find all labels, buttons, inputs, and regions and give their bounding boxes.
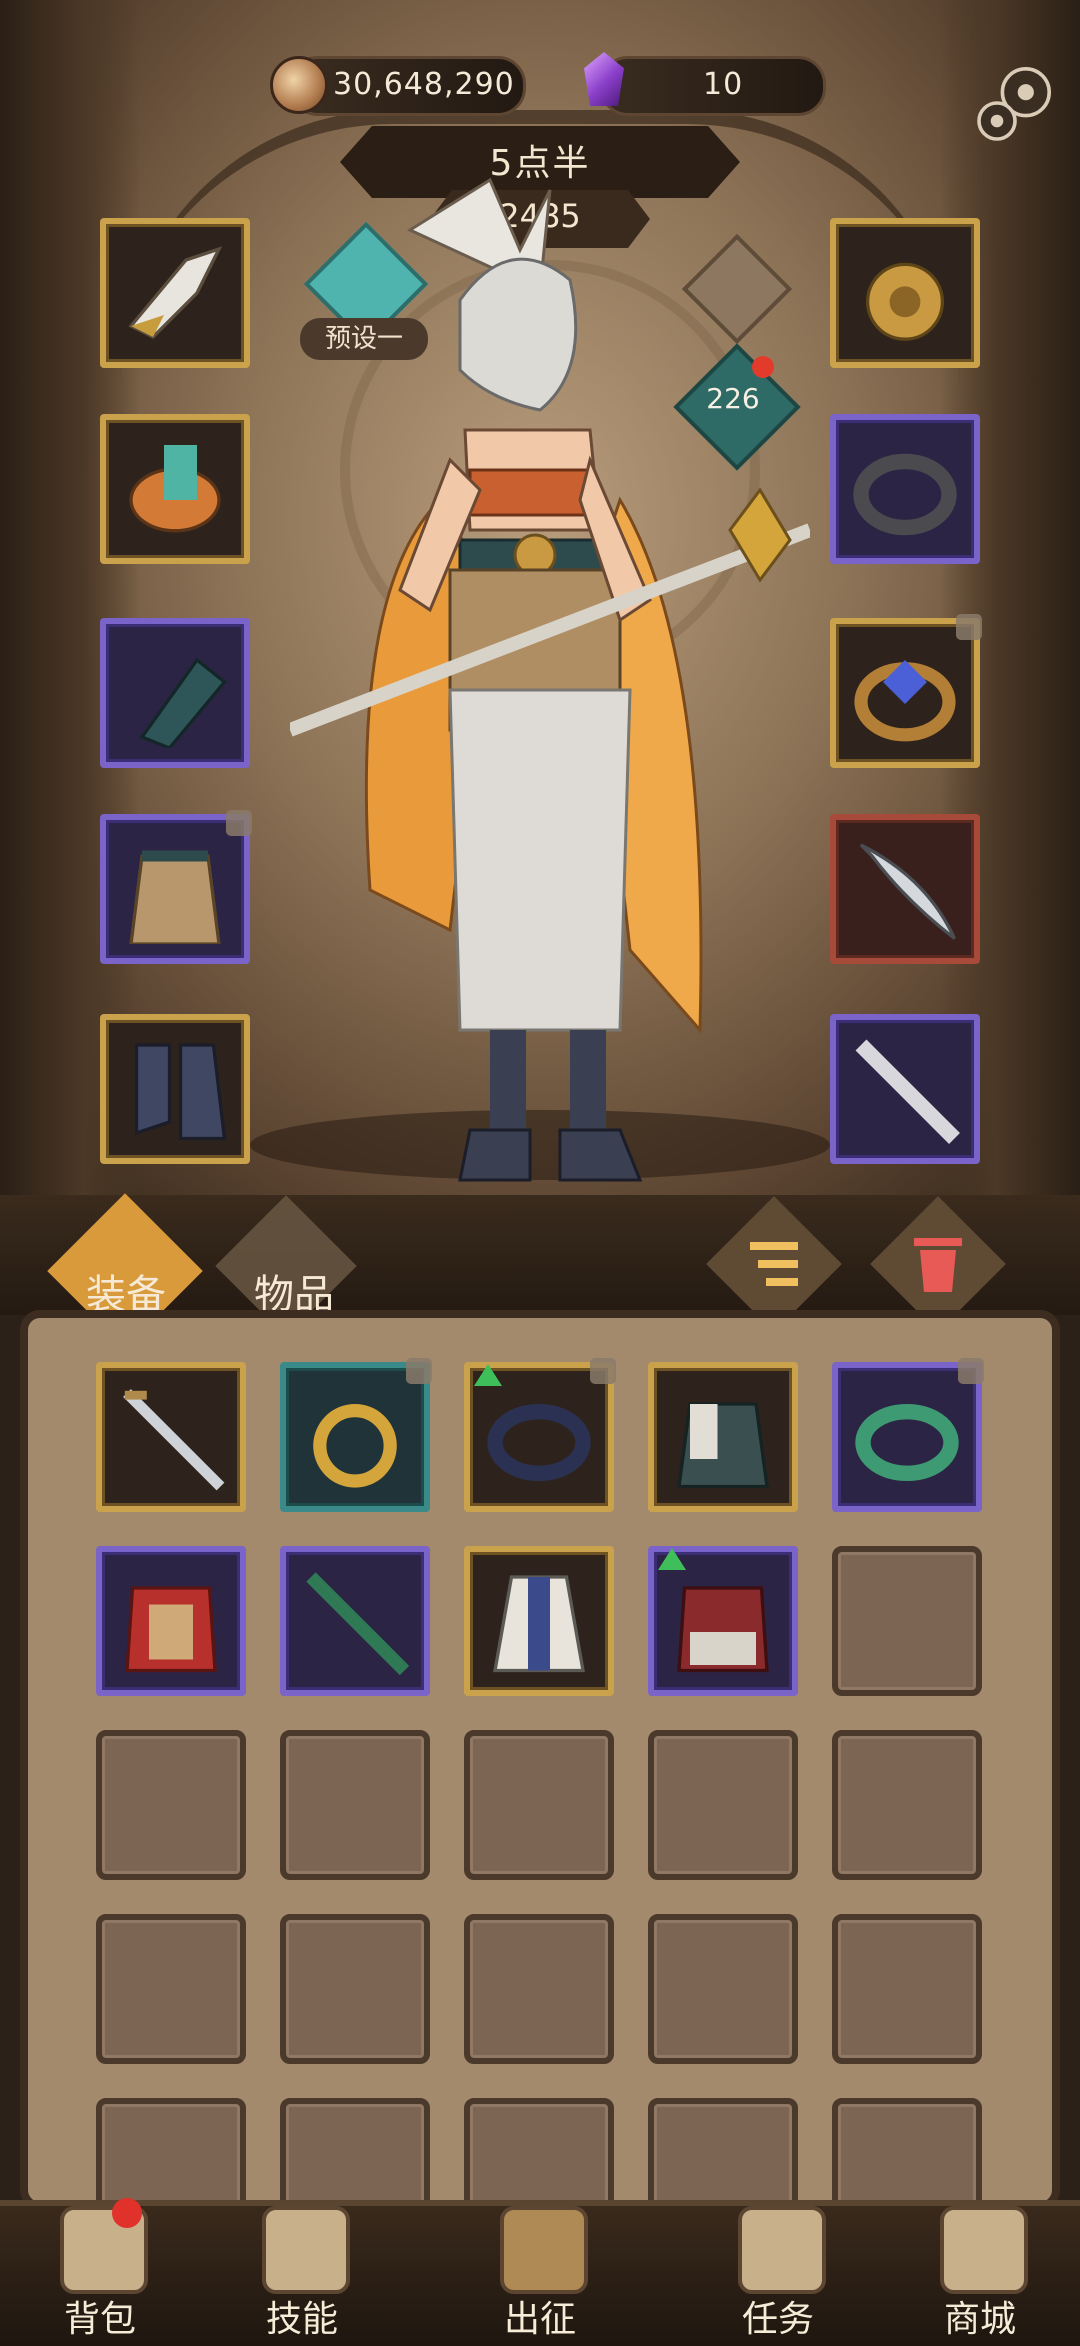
- gold-amount: 30,648,290: [333, 67, 515, 102]
- lock-icon: [956, 614, 982, 640]
- steel-sword-icon: [123, 1389, 225, 1491]
- gem-counter: 10: [600, 56, 826, 116]
- inventory-slot-red-armor[interactable]: [96, 1546, 246, 1696]
- inventory-slot-jade-ring[interactable]: [832, 1358, 984, 1512]
- inventory-slot-empty[interactable]: [464, 1730, 614, 1880]
- inventory-slot-empty[interactable]: [96, 1914, 246, 2064]
- nav-skills[interactable]: 技能: [222, 2190, 382, 2340]
- equip-slot-weapon[interactable]: [830, 814, 980, 964]
- horn-icon: [738, 2206, 826, 2294]
- settings-gear-icon[interactable]: [970, 58, 1060, 148]
- shoulder-armor-icon: [129, 445, 221, 533]
- gold-coin-icon: [270, 56, 328, 114]
- jade-staff-icon: [306, 1572, 410, 1676]
- iron-ring-icon: [853, 453, 957, 536]
- inventory-slot-empty[interactable]: [464, 1914, 614, 2064]
- nav-tasks-label: 任务: [741, 2299, 814, 2340]
- boots-icon: [134, 1043, 227, 1141]
- nav-shop-label: 商城: [943, 2299, 1016, 2340]
- nav-shop[interactable]: 商城: [900, 2190, 1060, 2340]
- inventory-slot-empty[interactable]: [96, 1730, 246, 1880]
- upgrade-arrow-icon: [658, 1548, 686, 1570]
- upgrade-arrow-icon: [474, 1364, 502, 1386]
- lock-icon: [406, 1358, 432, 1384]
- inventory-slot-empty[interactable]: [280, 1914, 430, 2064]
- bracer-icon: [139, 657, 227, 748]
- inventory-slot-blue-skirt[interactable]: [464, 1546, 614, 1696]
- inventory-slot-empty[interactable]: [648, 1730, 798, 1880]
- nav-expedition[interactable]: 出征: [460, 2190, 620, 2340]
- equip-slot-bracer[interactable]: [100, 618, 250, 768]
- equip-slot-helmet[interactable]: [100, 218, 250, 368]
- inventory-slot-dark-ring[interactable]: [464, 1358, 616, 1512]
- inventory-slot-steel-sword[interactable]: [96, 1362, 246, 1512]
- lock-icon: [590, 1358, 616, 1384]
- inventory-slot-empty[interactable]: [832, 1546, 982, 1696]
- equip-slot-bracelet[interactable]: [830, 614, 982, 768]
- equip-slot-waist[interactable]: [100, 810, 252, 964]
- winged-helmet-icon: [128, 246, 223, 340]
- equip-slot-amulet[interactable]: [830, 218, 980, 368]
- layered-robe-icon: [677, 1402, 769, 1489]
- nav-bag[interactable]: 背包: [20, 2190, 180, 2340]
- lock-icon: [958, 1358, 984, 1384]
- shop-crown-icon: [940, 2206, 1028, 2294]
- nav-expedition-label: 出征: [503, 2299, 576, 2340]
- inventory-slot-empty[interactable]: [832, 1730, 982, 1880]
- waist-skirt-icon: [129, 850, 221, 944]
- sword-scroll-icon: [500, 2206, 588, 2294]
- inventory-slot-empty[interactable]: [648, 1914, 798, 2064]
- sort-list-icon: [750, 1242, 798, 1286]
- curved-sword-icon: [859, 843, 957, 940]
- nav-notification-dot: [112, 2198, 142, 2228]
- nav-skills-label: 技能: [265, 2299, 338, 2340]
- gem-bracelet-icon: [854, 660, 956, 742]
- dark-ring-icon: [487, 1404, 591, 1481]
- nav-bag-label: 背包: [63, 2299, 136, 2340]
- inventory-slot-crescent-necklace[interactable]: [280, 1358, 432, 1512]
- red-armor-icon: [125, 1586, 217, 1673]
- inventory-slot-jade-staff[interactable]: [280, 1546, 430, 1696]
- silver-staff-icon: [855, 1039, 960, 1144]
- lock-icon: [226, 810, 252, 836]
- crimson-coat-icon: [677, 1586, 769, 1673]
- equip-slot-offhand[interactable]: [830, 1014, 980, 1164]
- lion-amulet-icon: [865, 262, 945, 341]
- skill-book-icon: [262, 2206, 350, 2294]
- nav-tasks[interactable]: 任务: [698, 2190, 858, 2340]
- inventory-slot-crimson-coat[interactable]: [648, 1546, 798, 1696]
- equip-slot-ring[interactable]: [830, 414, 980, 564]
- inventory-slot-layered-robe[interactable]: [648, 1362, 798, 1512]
- crescent-necklace-icon: [313, 1404, 397, 1488]
- equip-slot-boots[interactable]: [100, 1014, 250, 1164]
- equip-slot-shoulder[interactable]: [100, 414, 250, 564]
- inventory-slot-empty[interactable]: [280, 1730, 430, 1880]
- inventory-slot-empty[interactable]: [832, 1914, 982, 2064]
- gem-amount: 10: [703, 67, 744, 102]
- hero-character-illustration: [290, 177, 810, 1182]
- blue-skirt-icon: [493, 1575, 585, 1673]
- jade-ring-icon: [855, 1404, 959, 1481]
- trash-icon: [914, 1238, 962, 1292]
